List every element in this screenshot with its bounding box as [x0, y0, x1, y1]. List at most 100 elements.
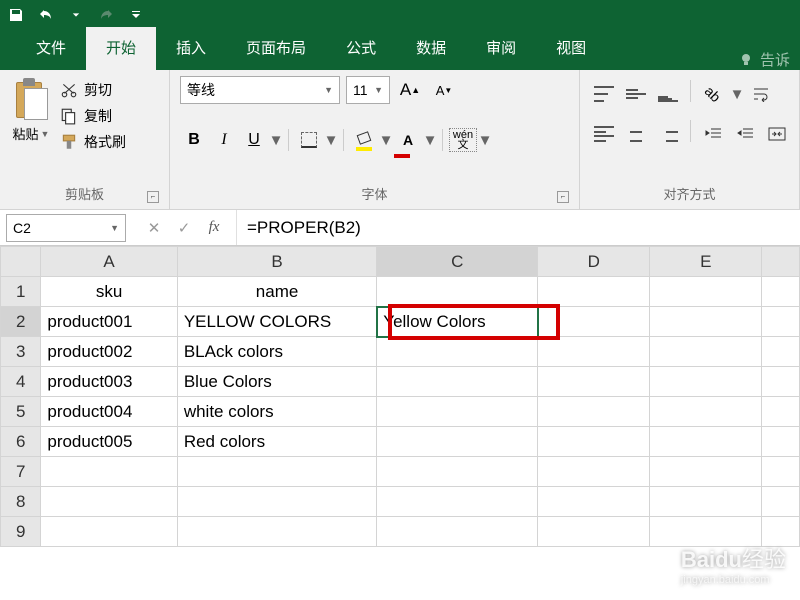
cell[interactable]: [650, 427, 762, 457]
tab-file[interactable]: 文件: [16, 27, 86, 70]
orientation-button[interactable]: ab: [699, 80, 727, 108]
tab-review[interactable]: 审阅: [466, 27, 536, 70]
cell[interactable]: [650, 277, 762, 307]
clipboard-dialog-launcher[interactable]: ⌐: [147, 191, 159, 203]
tab-insert[interactable]: 插入: [156, 27, 226, 70]
font-color-button[interactable]: A: [394, 126, 422, 154]
tab-page-layout[interactable]: 页面布局: [226, 27, 326, 70]
row-header[interactable]: 9: [1, 517, 41, 547]
align-top-button[interactable]: [590, 80, 618, 108]
cell[interactable]: [538, 337, 650, 367]
font-size-select[interactable]: 11 ▼: [346, 76, 390, 104]
cell[interactable]: [762, 337, 800, 367]
cell[interactable]: [41, 487, 177, 517]
cell[interactable]: product003: [41, 367, 177, 397]
fill-color-button[interactable]: [350, 126, 378, 154]
cell[interactable]: [41, 457, 177, 487]
column-header-C[interactable]: C: [377, 247, 538, 277]
fill-dropdown[interactable]: ▼: [380, 126, 392, 154]
undo-icon[interactable]: [38, 7, 54, 23]
cell[interactable]: [650, 457, 762, 487]
cancel-formula-button[interactable]: ✕: [140, 214, 168, 242]
cell[interactable]: [377, 487, 538, 517]
tab-data[interactable]: 数据: [396, 27, 466, 70]
cell[interactable]: [538, 397, 650, 427]
cell[interactable]: [650, 307, 762, 337]
font-name-select[interactable]: 等线 ▼: [180, 76, 340, 104]
align-right-button[interactable]: [654, 120, 682, 148]
column-header-E[interactable]: E: [650, 247, 762, 277]
cell[interactable]: product001: [41, 307, 177, 337]
cell[interactable]: [762, 487, 800, 517]
orientation-dropdown[interactable]: ▼: [731, 80, 743, 108]
cell[interactable]: [177, 517, 376, 547]
column-header-D[interactable]: D: [538, 247, 650, 277]
cell[interactable]: [762, 307, 800, 337]
align-bottom-button[interactable]: [654, 80, 682, 108]
cell[interactable]: [377, 517, 538, 547]
cell[interactable]: [377, 367, 538, 397]
underline-dropdown[interactable]: ▼: [270, 126, 282, 154]
cell[interactable]: [538, 487, 650, 517]
decrease-font-button[interactable]: A▼: [430, 76, 458, 104]
cut-button[interactable]: 剪切: [60, 80, 126, 100]
cell[interactable]: [377, 427, 538, 457]
cell[interactable]: [538, 517, 650, 547]
cell[interactable]: [538, 277, 650, 307]
align-middle-button[interactable]: [622, 80, 650, 108]
cell[interactable]: YELLOW COLORS: [177, 307, 376, 337]
column-header-A[interactable]: A: [41, 247, 177, 277]
cell-selected[interactable]: Yellow Colors: [377, 307, 538, 337]
row-header[interactable]: 7: [1, 457, 41, 487]
cell[interactable]: [377, 457, 538, 487]
cell[interactable]: [538, 307, 650, 337]
formula-input[interactable]: =PROPER(B2): [236, 210, 800, 245]
phonetic-dropdown[interactable]: ▼: [479, 126, 491, 154]
cell[interactable]: [377, 277, 538, 307]
cell[interactable]: [377, 337, 538, 367]
decrease-indent-button[interactable]: [699, 120, 727, 148]
cell[interactable]: [650, 337, 762, 367]
column-header-partial[interactable]: [762, 247, 800, 277]
cell[interactable]: product002: [41, 337, 177, 367]
cell[interactable]: product004: [41, 397, 177, 427]
row-header[interactable]: 8: [1, 487, 41, 517]
cell[interactable]: Red colors: [177, 427, 376, 457]
cell[interactable]: [762, 277, 800, 307]
save-icon[interactable]: [8, 7, 24, 23]
cell[interactable]: [650, 397, 762, 427]
accept-formula-button[interactable]: ✓: [170, 214, 198, 242]
row-header[interactable]: 5: [1, 397, 41, 427]
cell[interactable]: [762, 397, 800, 427]
column-header-B[interactable]: B: [177, 247, 376, 277]
cell[interactable]: BLAck colors: [177, 337, 376, 367]
row-header[interactable]: 3: [1, 337, 41, 367]
tab-view[interactable]: 视图: [536, 27, 606, 70]
row-header[interactable]: 2: [1, 307, 41, 337]
name-box[interactable]: C2 ▼: [6, 214, 126, 242]
qat-customize-icon[interactable]: [128, 7, 144, 23]
cell[interactable]: [538, 427, 650, 457]
cell[interactable]: Blue Colors: [177, 367, 376, 397]
copy-button[interactable]: 复制: [60, 106, 126, 126]
cell[interactable]: [650, 487, 762, 517]
underline-button[interactable]: U: [240, 126, 268, 154]
select-all-corner[interactable]: [1, 247, 41, 277]
bold-button[interactable]: B: [180, 126, 208, 154]
format-painter-button[interactable]: 格式刷: [60, 132, 126, 152]
cell[interactable]: [762, 427, 800, 457]
cell[interactable]: [762, 457, 800, 487]
cell[interactable]: sku: [41, 277, 177, 307]
border-button[interactable]: [295, 126, 323, 154]
cell[interactable]: product005: [41, 427, 177, 457]
cell[interactable]: white colors: [177, 397, 376, 427]
cell[interactable]: [377, 397, 538, 427]
border-dropdown[interactable]: ▼: [325, 126, 337, 154]
phonetic-button[interactable]: wén 文: [449, 126, 477, 154]
cell[interactable]: [538, 367, 650, 397]
tab-formulas[interactable]: 公式: [326, 27, 396, 70]
align-left-button[interactable]: [590, 120, 618, 148]
wrap-text-button[interactable]: [747, 80, 775, 108]
cell[interactable]: [650, 367, 762, 397]
fontcolor-dropdown[interactable]: ▼: [424, 126, 436, 154]
